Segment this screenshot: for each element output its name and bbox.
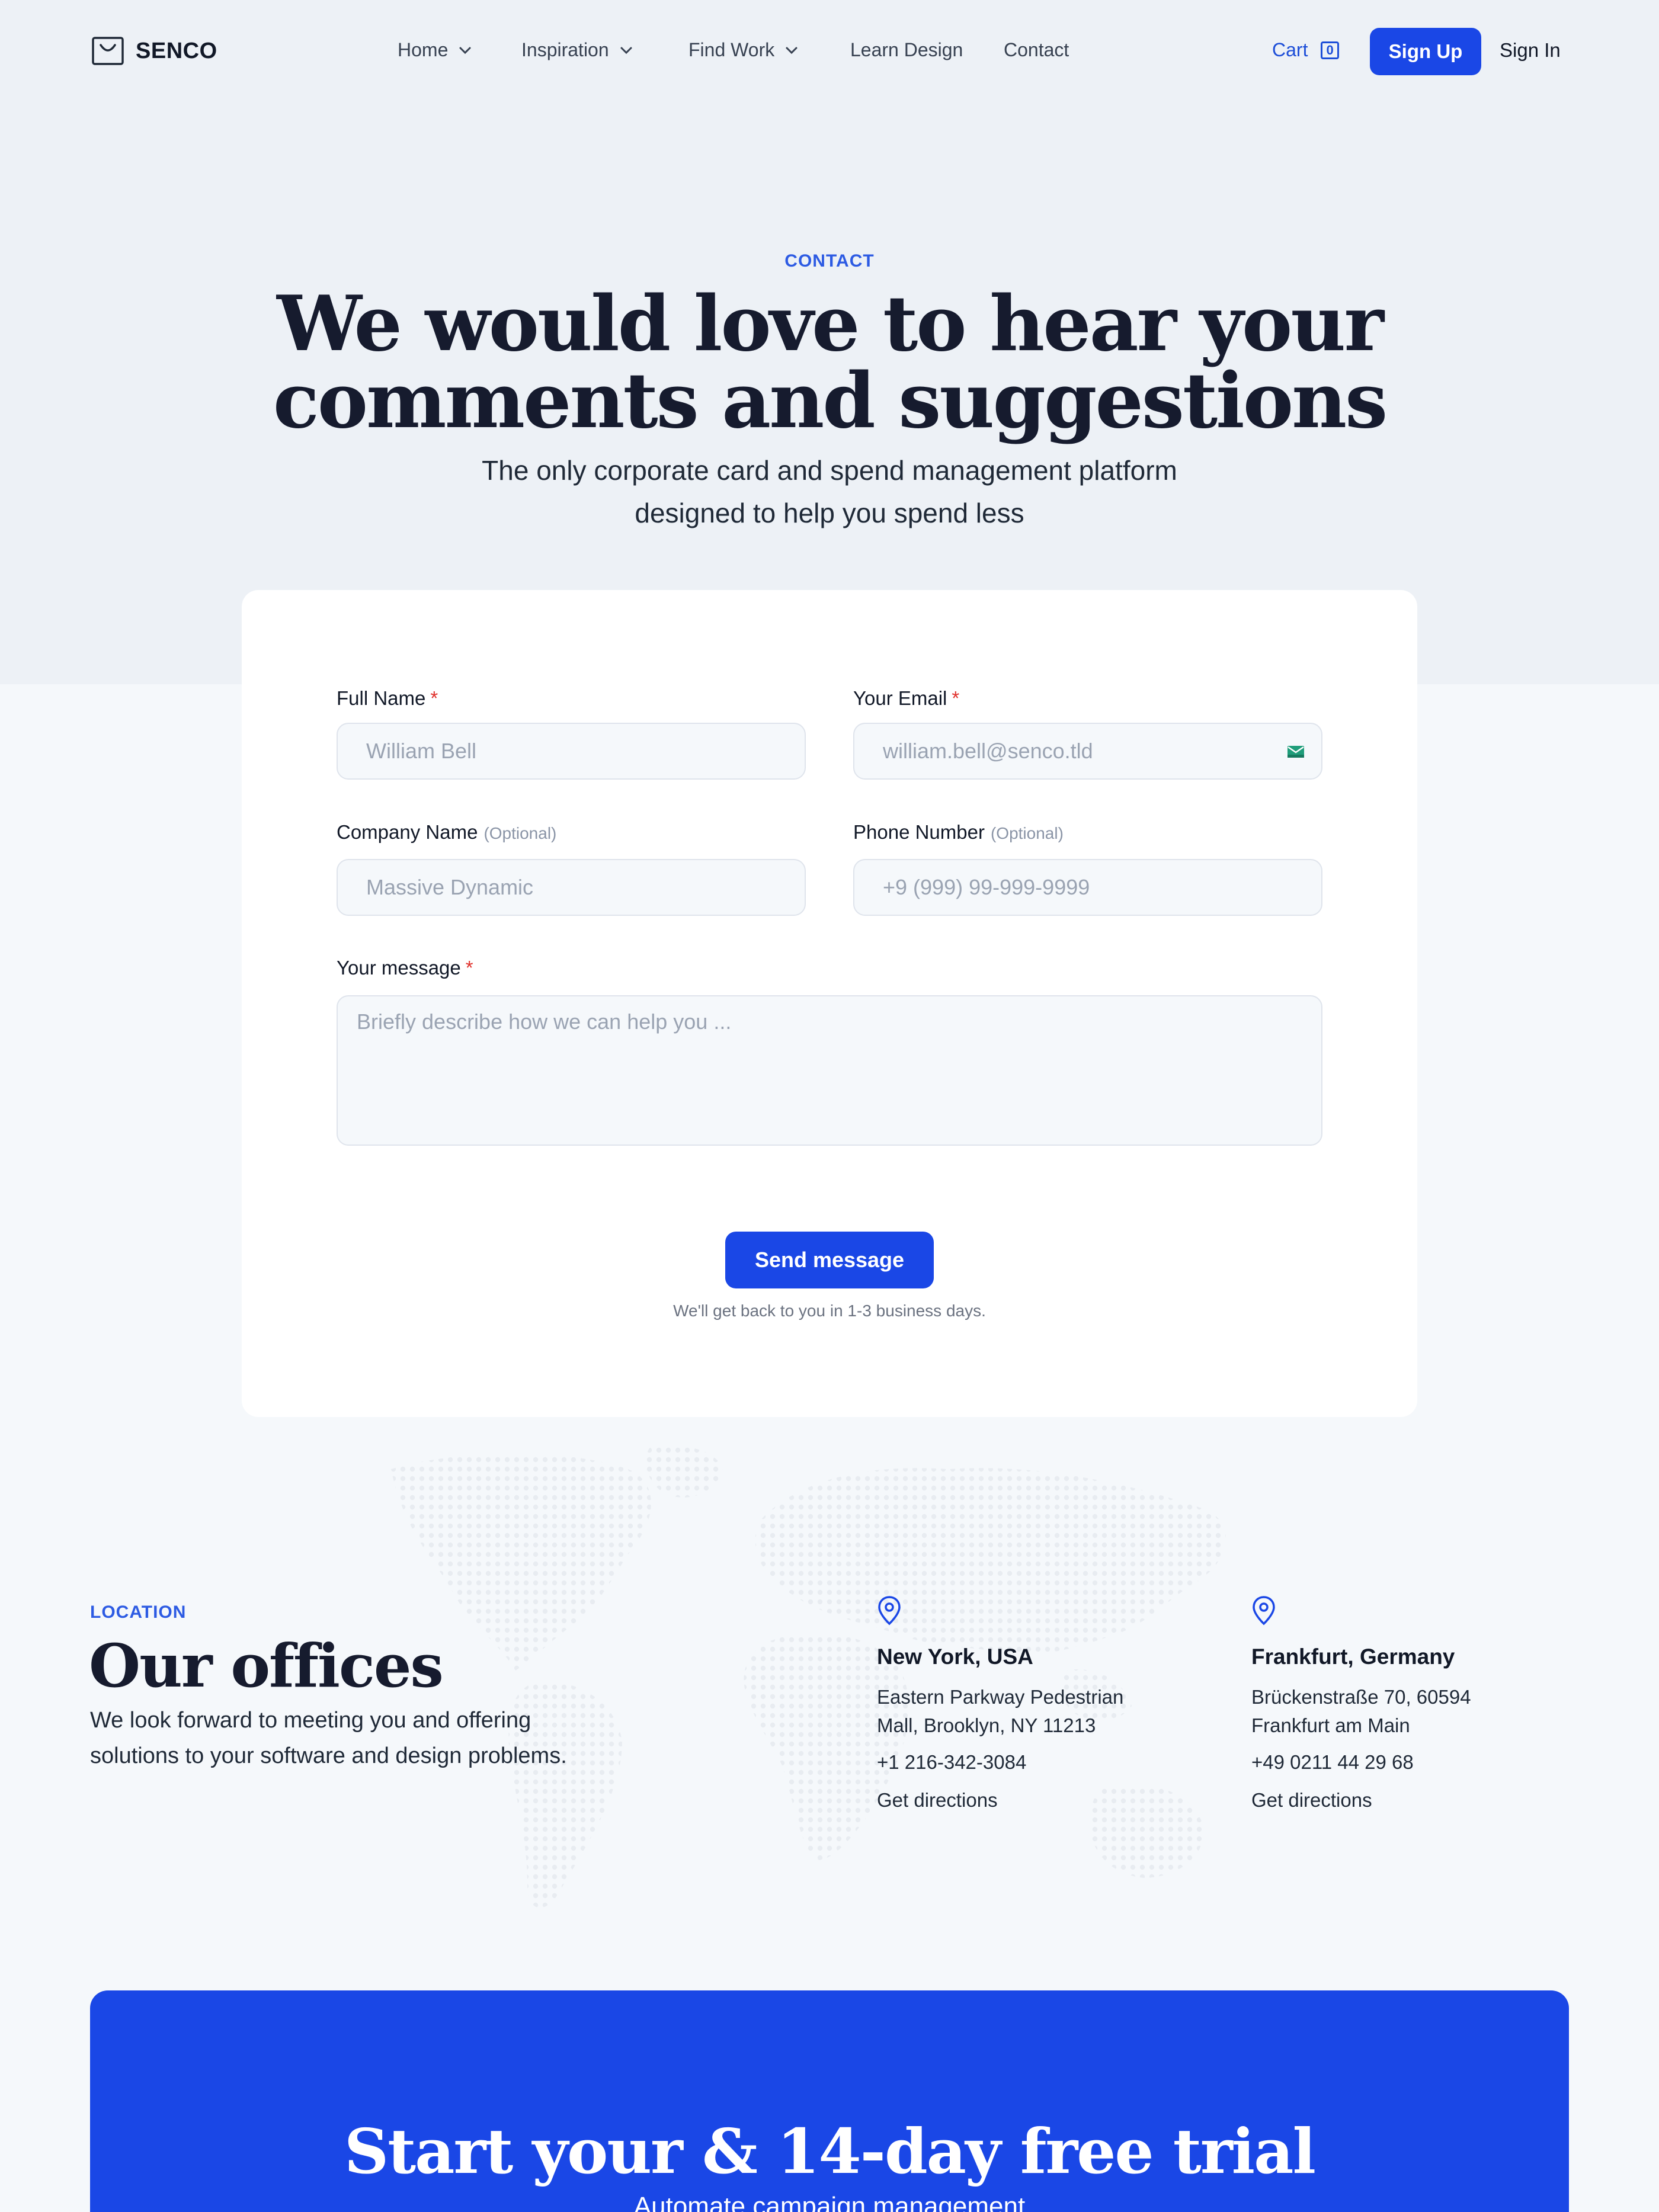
- phone-placeholder: +9 (999) 99-999-9999: [883, 875, 1090, 899]
- full-name-placeholder: William Bell: [366, 739, 477, 763]
- company-placeholder: Massive Dynamic: [366, 875, 534, 899]
- office-card-new-york: New York, USA Eastern Parkway Pedestrian…: [877, 1595, 1185, 1815]
- office-address-line: Mall, Brooklyn, NY 11213: [877, 1714, 1096, 1736]
- send-message-button[interactable]: Send message: [725, 1232, 934, 1288]
- company-label: Company Name (Optional): [337, 821, 556, 844]
- cta-title: Start your & 14-day free trial: [344, 2115, 1316, 2188]
- location-eyebrow: LOCATION: [90, 1602, 187, 1622]
- top-nav: SENCO Home Inspiration Find Work Learn D…: [0, 0, 1659, 105]
- nav-item-label: Find Work: [688, 39, 775, 60]
- nav-item-label: Learn Design: [850, 39, 963, 60]
- hero-subtitle: The only corporate card and spend manage…: [415, 449, 1244, 534]
- office-card-frankfurt: Frankfurt, Germany Brückenstraße 70, 605…: [1251, 1595, 1559, 1815]
- nav-item-label: Home: [398, 39, 449, 60]
- cart-label: Cart: [1272, 39, 1308, 60]
- nav-item-learn-design[interactable]: Learn Design: [850, 39, 963, 61]
- email-label: Your Email *: [853, 687, 959, 710]
- required-marker: *: [952, 687, 960, 709]
- message-label-text: Your message: [337, 957, 461, 979]
- optional-marker: (Optional): [990, 824, 1064, 842]
- company-label-text: Company Name: [337, 821, 478, 843]
- office-address-line: Brückenstraße 70, 60594: [1251, 1686, 1471, 1708]
- brand-logo[interactable]: SENCO: [92, 37, 217, 65]
- chevron-down-icon: [620, 47, 632, 54]
- brand-name: SENCO: [136, 38, 217, 63]
- email-label-text: Your Email: [853, 687, 947, 709]
- hero-title-line: We would love to hear your: [277, 280, 1384, 368]
- offices-title: Our offices: [89, 1631, 444, 1701]
- phone-label: Phone Number (Optional): [853, 821, 1064, 844]
- mail-icon: [1288, 746, 1304, 758]
- sign-in-link[interactable]: Sign In: [1500, 39, 1561, 62]
- nav-item-find-work[interactable]: Find Work: [688, 39, 798, 61]
- hero-title-line: comments and suggestions: [273, 357, 1388, 445]
- company-input[interactable]: Massive Dynamic: [337, 859, 806, 916]
- nav-item-label: Inspiration: [521, 39, 609, 60]
- office-address: Brückenstraße 70, 60594 Frankfurt am Mai…: [1251, 1683, 1559, 1740]
- cta-subtitle: Automate campaign management: [633, 2192, 1026, 2212]
- nav-item-inspiration[interactable]: Inspiration: [521, 39, 633, 61]
- phone-input[interactable]: +9 (999) 99-999-9999: [853, 859, 1322, 916]
- hero-title: We would love to hear your comments and …: [0, 286, 1659, 440]
- full-name-label-text: Full Name: [337, 687, 426, 709]
- message-textarea[interactable]: Briefly describe how we can help you ...: [337, 995, 1322, 1146]
- chevron-down-icon: [459, 47, 471, 54]
- office-phone[interactable]: +1 216-342-3084: [877, 1748, 1185, 1777]
- office-city: New York, USA: [877, 1644, 1033, 1669]
- office-address-line: Frankfurt am Main: [1251, 1714, 1410, 1736]
- full-name-label: Full Name *: [337, 687, 438, 710]
- full-name-input[interactable]: William Bell: [337, 723, 806, 780]
- hero-subtitle-line: The only corporate card and spend manage…: [482, 455, 1177, 486]
- hero-eyebrow: CONTACT: [784, 251, 875, 271]
- nav-item-home[interactable]: Home: [398, 39, 472, 61]
- office-city: Frankfurt, Germany: [1251, 1644, 1455, 1669]
- get-directions-link[interactable]: Get directions: [1251, 1786, 1559, 1815]
- response-time-note: We'll get back to you in 1-3 business da…: [673, 1301, 986, 1320]
- map-pin-icon: [878, 1596, 901, 1626]
- cart-link[interactable]: Cart 0: [1272, 39, 1339, 61]
- nav-item-label: Contact: [1004, 39, 1069, 60]
- optional-marker: (Optional): [483, 824, 557, 842]
- cart-count-badge: 0: [1321, 41, 1339, 59]
- phone-label-text: Phone Number: [853, 821, 985, 843]
- office-phone[interactable]: +49 0211 44 29 68: [1251, 1748, 1559, 1777]
- offices-subtitle: We look forward to meeting you and offer…: [90, 1708, 567, 1768]
- email-placeholder: william.bell@senco.tld: [883, 739, 1093, 763]
- get-directions-link[interactable]: Get directions: [877, 1786, 1185, 1815]
- required-marker: *: [430, 687, 438, 709]
- message-label: Your message *: [337, 957, 473, 979]
- sign-up-button[interactable]: Sign Up: [1370, 28, 1481, 75]
- chevron-down-icon: [786, 47, 798, 54]
- required-marker: *: [465, 957, 473, 979]
- message-placeholder: Briefly describe how we can help you ...: [357, 1009, 732, 1034]
- office-address: Eastern Parkway Pedestrian Mall, Brookly…: [877, 1683, 1185, 1740]
- free-trial-banner: Start your & 14-day free trial Automate …: [90, 1990, 1569, 2212]
- office-address-line: Eastern Parkway Pedestrian: [877, 1686, 1124, 1708]
- map-pin-icon: [1253, 1596, 1275, 1626]
- email-input[interactable]: william.bell@senco.tld: [853, 723, 1322, 780]
- shopping-bag-icon: [92, 37, 124, 65]
- nav-item-contact[interactable]: Contact: [1004, 39, 1069, 61]
- hero-subtitle-line: designed to help you spend less: [635, 498, 1024, 528]
